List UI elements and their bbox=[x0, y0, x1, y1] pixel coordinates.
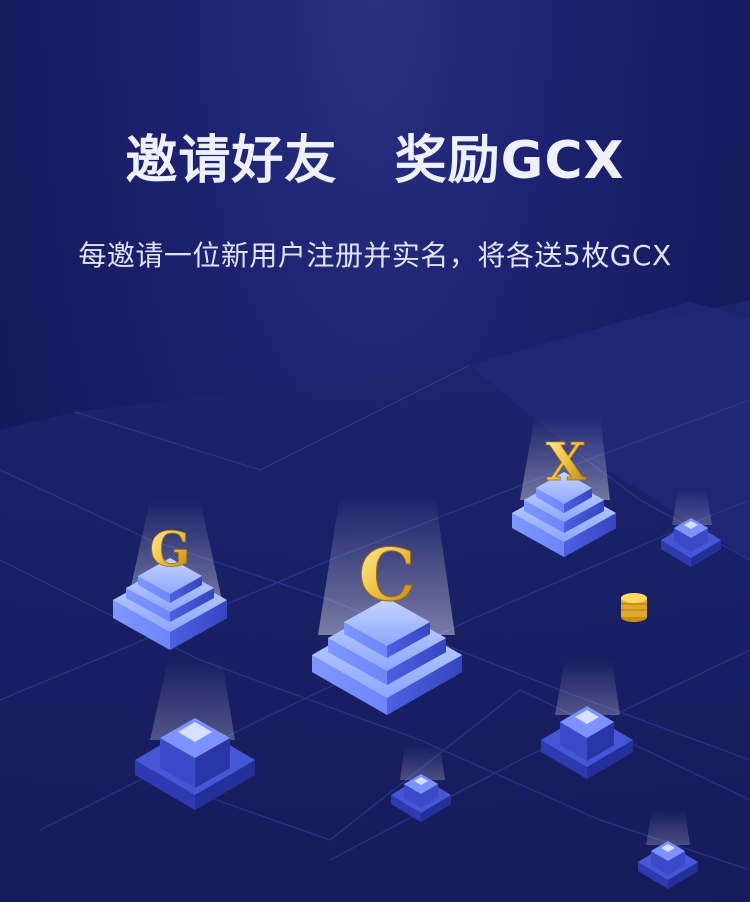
page-title: 邀请好友 奖励GCX bbox=[125, 131, 625, 191]
letter-x: X bbox=[546, 432, 587, 493]
invite-banner: G C X 邀请好友 奖励GCX 每邀请一位新用户注册并实名，将各送5枚GCX bbox=[0, 0, 750, 902]
invite-reward-description: 每邀请一位新用户注册并实名，将各送5枚GCX bbox=[78, 239, 672, 272]
letter-g: G bbox=[150, 522, 191, 578]
coin-stack-icon bbox=[621, 593, 647, 622]
letter-c: C bbox=[358, 532, 415, 617]
